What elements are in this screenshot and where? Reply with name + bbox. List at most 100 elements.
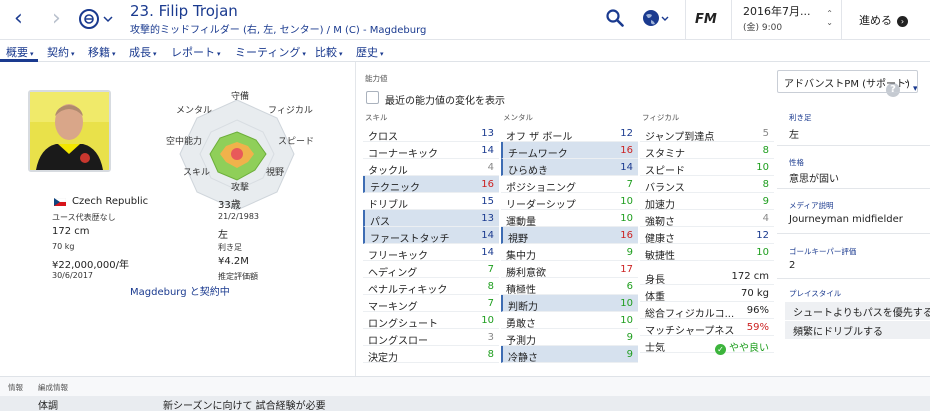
forward-arrow-icon[interactable]: › [52, 8, 61, 30]
menu-meetings[interactable]: ミーティング ▾ [235, 44, 306, 60]
role-select[interactable]: アドバンストPM (サポート) ⌄ [777, 70, 918, 93]
mental-attribute-row[interactable]: 勇敢さ 10 [501, 312, 638, 330]
radar-label-aerial: 空中能力 [166, 137, 203, 147]
skill-attribute-row[interactable]: マーキング 7 [363, 295, 499, 313]
chevron-down-icon: ▾ [153, 50, 157, 58]
menu-overview[interactable]: 概要 ▾ [6, 44, 34, 60]
skill-attribute-row[interactable]: テクニック 16 [363, 176, 499, 194]
player-nationality[interactable]: Czech Republic [72, 196, 148, 207]
player-photo [28, 90, 111, 172]
playstyle-item: 頻繁にドリブルする [785, 321, 930, 339]
attribute-value: 14 [620, 162, 633, 173]
menu-compare[interactable]: 比較 ▾ [315, 44, 343, 60]
search-icon[interactable] [606, 9, 624, 27]
date-chevron-icon: ⌃ ⌄ [826, 9, 833, 27]
attribute-value: 15 [481, 196, 494, 207]
player-foot: 左 [218, 230, 228, 241]
skill-attribute-row[interactable]: パス 13 [363, 210, 499, 228]
contract-link[interactable]: Magdeburg と契約中 [130, 283, 230, 298]
mental-attribute-row[interactable]: 勝利意欲 17 [501, 261, 638, 279]
skill-attribute-row[interactable]: タックル 4 [363, 159, 499, 177]
radar-label-vision: 視野 [266, 168, 285, 178]
mental-attribute-row[interactable]: 視野 16 [501, 227, 638, 245]
date-box[interactable]: 2016年7月... (金) 9:00 ⌃ ⌄ [731, 0, 841, 40]
skill-attribute-row[interactable]: フリーキック 14 [363, 244, 499, 262]
info-name: 総合フィジカルコ... [645, 309, 735, 320]
attribute-name: ロングスロー [368, 336, 428, 347]
attribute-value: 17 [620, 264, 633, 275]
physical-attribute-row[interactable]: スピード 10 [640, 159, 774, 177]
skill-attribute-row[interactable]: クロス 13 [363, 125, 499, 143]
continue-button[interactable]: 進める › [841, 0, 930, 40]
skill-attribute-row[interactable]: ロングシュート 10 [363, 312, 499, 330]
radar-label-technique: スキル [183, 168, 211, 178]
back-arrow-icon[interactable]: ‹ [14, 8, 23, 30]
physical-attribute-row[interactable]: 強靭さ 4 [640, 210, 774, 228]
panel-divider [355, 62, 356, 376]
skill-attribute-row[interactable]: ペナルティキック 8 [363, 278, 499, 296]
mental-attribute-row[interactable]: リーダーシップ 10 [501, 193, 638, 211]
chevron-down-icon: ▾ [302, 50, 306, 58]
attribute-value: 10 [756, 162, 769, 173]
mental-attribute-row[interactable]: ポジショニング 7 [501, 176, 638, 194]
club-crest-icon[interactable] [77, 7, 115, 31]
menu-development[interactable]: 成長 ▾ [129, 44, 157, 60]
attribute-name: 敏捷性 [645, 251, 675, 262]
physical-attribute-row[interactable]: スタミナ 8 [640, 142, 774, 160]
mental-attribute-row[interactable]: 積極性 6 [501, 278, 638, 296]
menu-history[interactable]: 歴史 ▾ [356, 44, 384, 60]
mental-attribute-row[interactable]: 冷静さ 9 [501, 346, 638, 364]
bottom-training-label: 編成情報 [38, 383, 68, 392]
physical-attribute-row[interactable]: ジャンプ到達点 5 [640, 125, 774, 143]
attribute-name: マーキング [368, 302, 418, 313]
attribute-name: ペナルティキック [368, 285, 448, 296]
mental-attribute-row[interactable]: 判断力 10 [501, 295, 638, 313]
skill-attribute-row[interactable]: コーナーキック 14 [363, 142, 499, 160]
fm-logo[interactable]: FM [685, 0, 731, 40]
attribute-value: 10 [620, 298, 633, 309]
menu-reports[interactable]: レポート ▾ [171, 44, 221, 60]
attribute-name: ドリブル [368, 200, 408, 211]
attribute-name: バランス [645, 183, 685, 194]
attribute-value: 9 [626, 349, 633, 360]
skill-attribute-row[interactable]: ロングスロー 3 [363, 329, 499, 347]
side-info-panel: アドバンストPM (サポート) ⌄ 利き足 左 性格 意思が固い メディア説明 … [777, 62, 930, 376]
attribute-value: 10 [620, 196, 633, 207]
morale-text: やや良い [729, 343, 769, 354]
physical-info-row: マッチシャープネス 59% [640, 319, 774, 337]
attribute-name: リーダーシップ [506, 200, 576, 211]
info-value: 59% [746, 322, 769, 333]
show-changes-checkbox[interactable] [366, 91, 379, 104]
continue-label: 進める [859, 14, 892, 27]
attribute-value: 7 [487, 298, 494, 309]
mental-attribute-row[interactable]: チームワーク 16 [501, 142, 638, 160]
attribute-value: 8 [487, 281, 494, 292]
side-gk-value: 2 [789, 260, 796, 271]
attribute-value: 10 [756, 247, 769, 258]
bottom-info-row[interactable]: 体調 新シーズンに向けて 試合経験が必要 [0, 396, 930, 411]
mental-attribute-row[interactable]: 運動量 10 [501, 210, 638, 228]
skill-attribute-row[interactable]: ヘディング 7 [363, 261, 499, 279]
menu-transfer[interactable]: 移籍 ▾ [88, 44, 116, 60]
attribute-name: ひらめき [508, 166, 548, 177]
skill-attribute-row[interactable]: ドリブル 15 [363, 193, 499, 211]
physical-attribute-row[interactable]: 健康さ 12 [640, 227, 774, 245]
col-header-physical: フィジカル [642, 113, 680, 122]
skill-attribute-row[interactable]: ファーストタッチ 14 [363, 227, 499, 245]
attribute-value: 8 [487, 349, 494, 360]
physical-attribute-row[interactable]: 敏捷性 10 [640, 244, 774, 262]
attribute-value: 14 [481, 145, 494, 156]
globe-icon[interactable] [641, 8, 669, 28]
mental-attribute-row[interactable]: 集中力 9 [501, 244, 638, 262]
side-separator [777, 145, 930, 146]
mental-attribute-row[interactable]: ひらめき 14 [501, 159, 638, 177]
side-playstyle-label: プレイスタイル [789, 289, 842, 298]
physical-attribute-row[interactable]: 加速力 9 [640, 193, 774, 211]
skill-attribute-row[interactable]: 決定力 8 [363, 346, 499, 364]
menu-contract[interactable]: 契約 ▾ [47, 44, 75, 60]
physical-attribute-row[interactable]: バランス 8 [640, 176, 774, 194]
mental-attribute-row[interactable]: オフ ザ ボール 12 [501, 125, 638, 143]
attributes-section-label: 能力値 [365, 74, 388, 83]
mental-attribute-row[interactable]: 予測力 9 [501, 329, 638, 347]
attribute-value: 9 [762, 196, 769, 207]
